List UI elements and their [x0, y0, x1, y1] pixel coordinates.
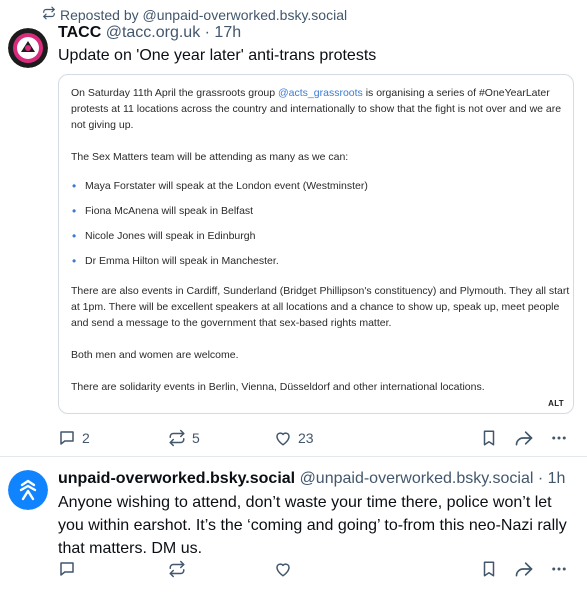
- image-bullet: Maya Forstater will speak at the London …: [71, 178, 571, 194]
- like-icon: [274, 429, 292, 447]
- image-bullet: Nicole Jones will speak in Edinburgh: [71, 228, 571, 244]
- bookmark-icon: [480, 429, 498, 447]
- avatar[interactable]: [8, 470, 48, 510]
- image-para-5: There are solidarity events in Berlin, V…: [71, 381, 485, 393]
- repost-icon: [168, 429, 186, 447]
- image-para-1a: On Saturday 11th April the grassroots gr…: [71, 87, 279, 99]
- author-handle-time[interactable]: @tacc.org.uk · 17h: [106, 24, 241, 41]
- more-icon: [550, 429, 568, 447]
- alt-badge[interactable]: ALT: [545, 398, 567, 409]
- like-count: 23: [298, 430, 314, 446]
- share-button[interactable]: [514, 427, 534, 449]
- author-name[interactable]: unpaid-overworked.bsky.social: [58, 470, 295, 487]
- repost-icon: [42, 6, 56, 23]
- post-text: Anyone wishing to attend, don’t waste yo…: [58, 494, 567, 557]
- like-button[interactable]: 23: [274, 427, 314, 449]
- post-divider: [0, 456, 587, 457]
- post-actions: [58, 558, 574, 580]
- bookmark-button[interactable]: [480, 427, 498, 449]
- image-para-3: There are also events in Cardiff, Sunder…: [71, 285, 570, 329]
- image-text: On Saturday 11th April the grassroots gr…: [71, 85, 571, 395]
- author-handle-time[interactable]: @unpaid-overworked.bsky.social · 1h: [300, 470, 566, 487]
- image-para-2: The Sex Matters team will be attending a…: [71, 151, 349, 163]
- repost-button[interactable]: 5: [168, 427, 200, 449]
- image-bullet: Dr Emma Hilton will speak in Manchester.: [71, 253, 571, 269]
- reply-icon: [58, 429, 76, 447]
- repost-count: 5: [192, 430, 200, 446]
- image-bullet: Fiona McAnena will speak in Belfast: [71, 203, 571, 219]
- author-name[interactable]: TACC: [58, 24, 101, 41]
- reply-icon: [58, 560, 76, 578]
- reply-count: 2: [82, 430, 90, 446]
- share-icon: [514, 428, 534, 448]
- repost-icon: [168, 560, 186, 578]
- more-options-button[interactable]: [550, 558, 568, 580]
- image-mention-link: @acts_grassroots: [278, 87, 363, 99]
- like-button[interactable]: [274, 558, 292, 580]
- more-options-button[interactable]: [550, 427, 568, 449]
- post-actions: 2 5 23: [58, 427, 574, 449]
- bookmark-button[interactable]: [480, 558, 498, 580]
- reposted-by-text: Reposted by @unpaid-overworked.bsky.soci…: [60, 6, 348, 23]
- author-line[interactable]: TACC @tacc.org.uk · 17h: [58, 24, 241, 42]
- like-icon: [274, 560, 292, 578]
- author-line[interactable]: unpaid-overworked.bsky.social @unpaid-ov…: [58, 470, 565, 488]
- embedded-image[interactable]: On Saturday 11th April the grassroots gr…: [58, 74, 574, 414]
- share-icon: [514, 559, 534, 579]
- reposted-by[interactable]: Reposted by @unpaid-overworked.bsky.soci…: [42, 6, 347, 23]
- reply-button[interactable]: 2: [58, 427, 90, 449]
- avatar[interactable]: [8, 28, 48, 68]
- reply-button[interactable]: [58, 558, 76, 580]
- bookmark-icon: [480, 560, 498, 578]
- repost-button[interactable]: [168, 558, 186, 580]
- image-para-4: Both men and women are welcome.: [71, 349, 239, 361]
- post-text: Update on 'One year later' anti-trans pr…: [58, 47, 377, 64]
- share-button[interactable]: [514, 558, 534, 580]
- more-icon: [550, 560, 568, 578]
